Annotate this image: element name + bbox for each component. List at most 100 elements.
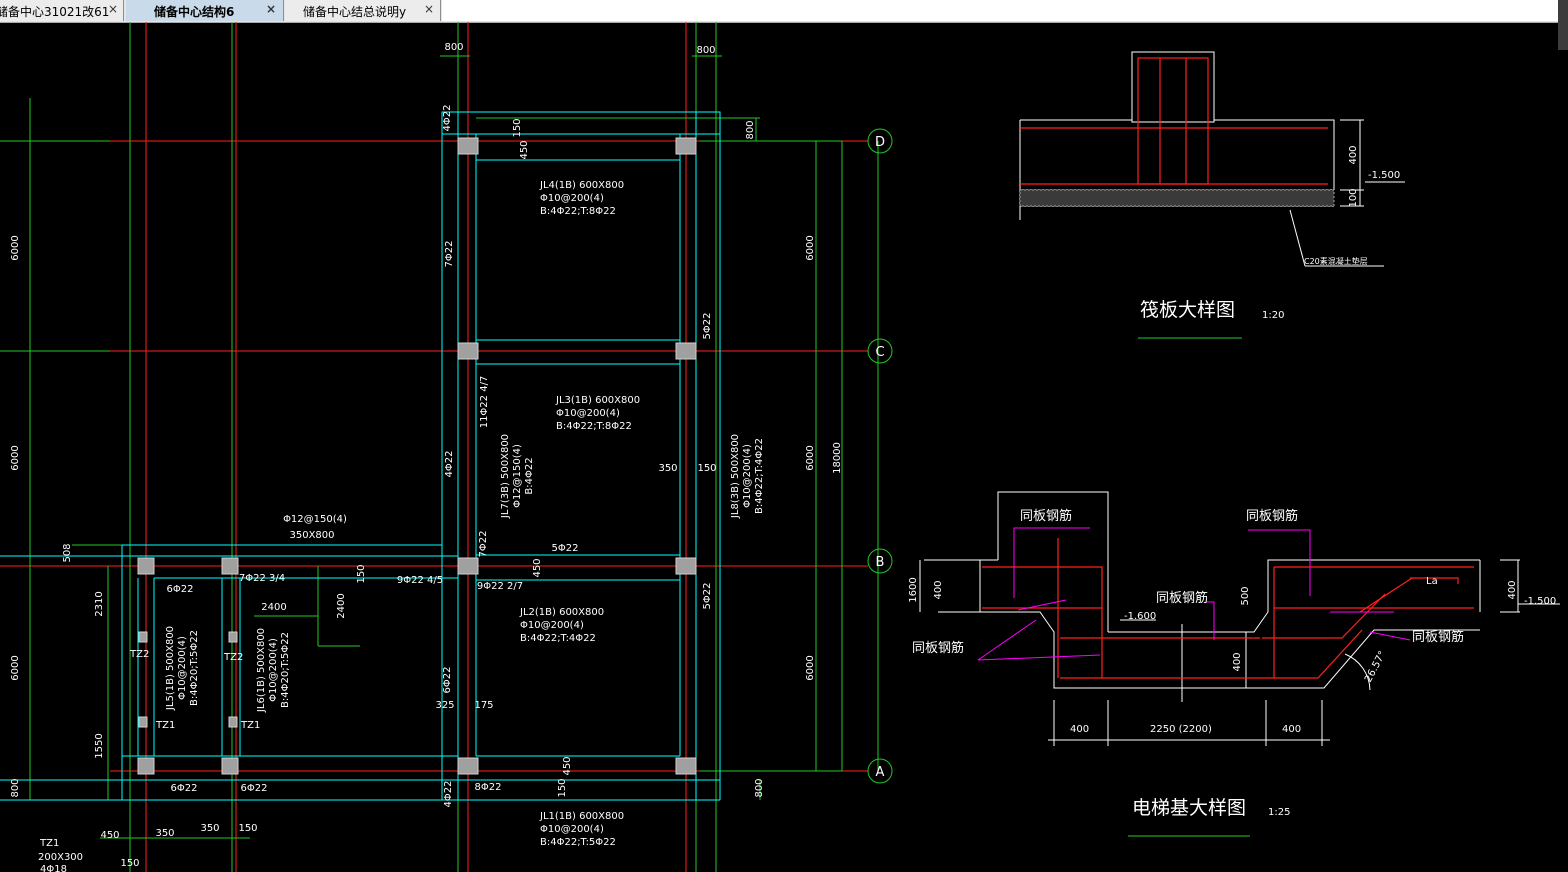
dim-1550: 1550 [94, 733, 105, 758]
dim-175: 175 [474, 700, 493, 711]
beam-jl6-name: JL6(1B) 500X800 [256, 628, 267, 713]
raft-dim-100: 100 [1348, 188, 1359, 207]
raft-elevation: -1.500 [1368, 170, 1400, 181]
pit-note-same-rebar-4: 同板钢筋 [912, 640, 964, 656]
beam-jl7-rebar: B:4Φ22 [524, 457, 535, 494]
beam-jl1-name: JL1(1B) 600X800 [539, 811, 624, 822]
elevator-pit-detail: 1600 400 500 400 400 400 2250 (2200) 400… [908, 491, 1560, 837]
beam-jl2-name: JL2(1B) 600X800 [519, 607, 604, 618]
close-icon[interactable]: × [108, 2, 118, 16]
dim-800-bottom-right: 800 [754, 778, 765, 797]
beam-jl6-stirrup: Φ10@200(4) [268, 638, 279, 702]
pit-dim-400-inner: 400 [1232, 652, 1243, 671]
dim-6000-right-2: 6000 [805, 445, 816, 470]
dim-150-bottom-2: 150 [120, 858, 139, 869]
beam-jl6-rebar: B:4Φ20;T:5Φ22 [280, 632, 291, 708]
column-tz1-legend: TZ1 [39, 838, 59, 849]
column-tz1-size: 200X300 [38, 852, 83, 863]
dim-6000-left-2: 6000 [10, 445, 21, 470]
tab-general-notes[interactable]: 储备中心结总说明y × [285, 0, 441, 21]
dim-800-top-left: 800 [444, 42, 463, 53]
foundation-plan: D C B A 800 800 800 6000 6000 6000 6000 … [0, 22, 893, 872]
close-icon[interactable]: × [266, 2, 276, 16]
close-icon[interactable]: × [424, 2, 434, 16]
rebar-6-22-bottom-1: 6Φ22 [171, 783, 198, 794]
dim-150-bottom-1: 150 [238, 823, 257, 834]
dim-150-mid: 150 [356, 564, 367, 583]
column-tz1-right: TZ1 [240, 720, 260, 731]
tab-bar-empty [442, 0, 1568, 21]
tab-label: 储备中心31021改61 [0, 5, 110, 19]
axis-label-a: A [876, 765, 885, 780]
beam-jl2-rebar: B:4Φ22;T:4Φ22 [520, 633, 596, 644]
pit-anchor-la: La [1426, 576, 1438, 587]
dim-450-b: 450 [532, 558, 543, 577]
pit-dim-500: 500 [1240, 586, 1251, 605]
axis-label-c: C [875, 345, 884, 360]
rebar-8-22: 8Φ22 [475, 782, 502, 793]
beam-jl8-stirrup: Φ10@200(4) [742, 444, 753, 508]
beam-jl1-stirrup: Φ10@200(4) [540, 824, 604, 835]
rebar-9-22-27: 9Φ22 2/7 [477, 581, 523, 592]
pit-detail-scale: 1:25 [1268, 807, 1290, 818]
rebar-4-22-bottom: 4Φ22 [443, 781, 454, 808]
rebar-9-22-45: 9Φ22 4/5 [397, 575, 443, 586]
raft-detail-title: 筏板大样图 [1140, 299, 1235, 321]
pit-note-same-rebar-3: 同板钢筋 [1156, 590, 1208, 606]
tab-structure-6[interactable]: 储备中心结构6 × [126, 0, 284, 21]
beam-jl1-rebar: B:4Φ22;T:5Φ22 [540, 837, 616, 848]
beam-jl2-stirrup: Φ10@200(4) [520, 620, 584, 631]
dim-325: 325 [435, 700, 454, 711]
rebar-7-22-upper: 7Φ22 [444, 241, 455, 268]
dim-6000-right-1: 6000 [805, 235, 816, 260]
dim-800-top-right: 800 [696, 45, 715, 56]
rebar-11-22: 11Φ22 4/7 [479, 376, 490, 429]
rebar-4-22-top: 4Φ22 [442, 105, 453, 132]
beam-jl8-rebar: B:4Φ22;T:4Φ22 [754, 438, 765, 514]
axis-bubbles [867, 128, 893, 784]
pit-dim-1600: 1600 [908, 577, 919, 602]
raft-dim-400: 400 [1348, 145, 1359, 164]
beam-jl3-stirrup: Φ10@200(4) [556, 408, 620, 419]
column-tz2-left: TZ2 [129, 649, 149, 660]
pit-note-same-rebar-5: 同板钢筋 [1412, 629, 1464, 645]
cad-drawing-canvas[interactable]: D C B A 800 800 800 6000 6000 6000 6000 … [0, 22, 1568, 872]
raft-detail: 400 100 -1.500 C20素混凝土垫层 筏板大样图 1:20 [1019, 51, 1405, 339]
dim-2400-h: 2400 [261, 602, 286, 613]
beam-jl7-stirrup: Φ12@150(4) [512, 444, 523, 508]
rebar-5-22-b: 5Φ22 [552, 543, 579, 554]
beam-jl4-stirrup: Φ10@200(4) [540, 193, 604, 204]
dim-150-a: 150 [557, 778, 568, 797]
beam-jl4-name: JL4(1B) 600X800 [539, 180, 624, 191]
rebar-7-22-34: 7Φ22 3/4 [239, 573, 285, 584]
beam-jl5-name: JL5(1B) 500X800 [165, 626, 176, 711]
pit-elevation-left: -1.600 [1124, 611, 1156, 622]
beam-jl3-name: JL3(1B) 600X800 [555, 395, 640, 406]
rebar-6-22-vertical: 6Φ22 [442, 667, 453, 694]
dim-6000-right-3: 6000 [805, 655, 816, 680]
beam-jl4-rebar: B:4Φ22;T:8Φ22 [540, 206, 616, 217]
pit-note-same-rebar-1: 同板钢筋 [1020, 508, 1072, 524]
pit-note-same-rebar-2: 同板钢筋 [1246, 508, 1298, 524]
dim-150-right: 150 [697, 463, 716, 474]
dim-800-right: 800 [745, 120, 756, 139]
column-tz1-left: TZ1 [155, 720, 175, 731]
tab-drawing-31021[interactable]: 储备中心31021改61 × [0, 0, 124, 21]
dim-2310: 2310 [94, 591, 105, 616]
tab-label: 储备中心结构6 [154, 5, 235, 19]
dim-800-bottom-left: 800 [10, 778, 21, 797]
raft-bedding-note: C20素混凝土垫层 [1304, 256, 1368, 266]
dim-18000: 18000 [832, 442, 843, 474]
pit-slope-angle: 26.57° [1363, 649, 1389, 684]
pit-dim-400-bottom-left: 400 [1070, 724, 1089, 735]
axis-label-b: B [876, 555, 885, 570]
dim-450-top: 450 [519, 140, 530, 159]
rebar-slab: Φ12@150(4) [283, 514, 347, 525]
pit-dim-400-bottom-right: 400 [1282, 724, 1301, 735]
rebar-6-22-bottom-2: 6Φ22 [241, 783, 268, 794]
dim-150-top: 150 [512, 118, 523, 137]
axis-label-d: D [875, 135, 885, 150]
dim-6000-left-3: 6000 [10, 655, 21, 680]
column-tz1-rebar: 4Φ18 [40, 864, 67, 872]
pit-dim-2250: 2250 (2200) [1150, 724, 1212, 735]
